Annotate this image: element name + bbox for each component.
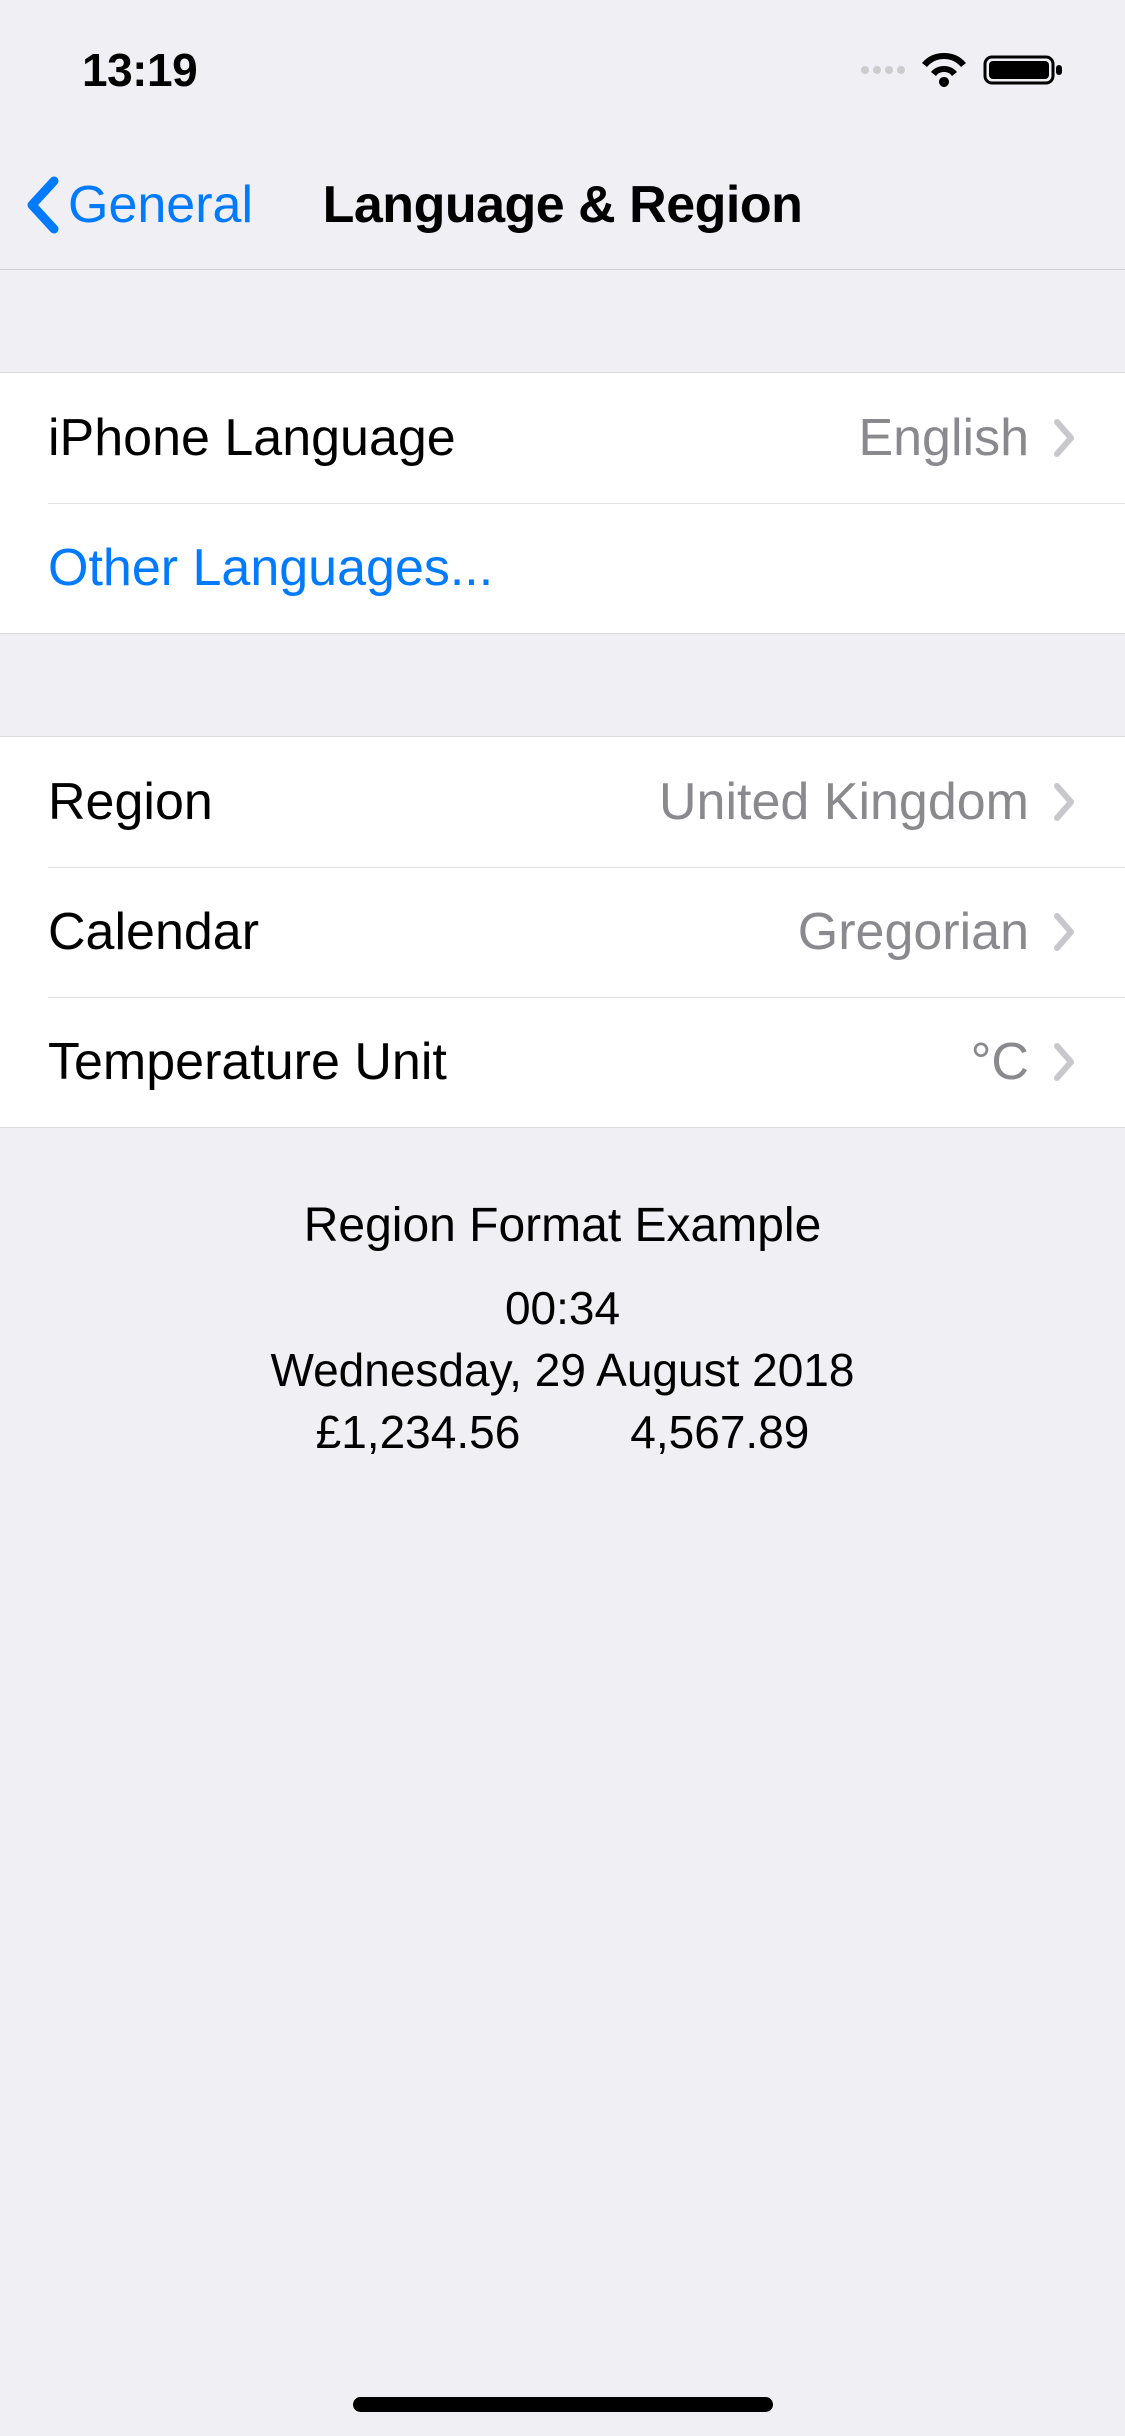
region-format-example: Region Format Example 00:34 Wednesday, 2… [0,1128,1125,1459]
chevron-left-icon [24,175,60,235]
status-indicators [861,51,1065,89]
section-gap [0,634,1125,736]
navigation-bar: General Language & Region [0,140,1125,270]
row-value: Gregorian [798,902,1029,962]
row-calendar[interactable]: Calendar Gregorian [0,867,1125,997]
page-title: Language & Region [323,175,803,235]
row-label: Other Languages... [48,538,1077,598]
row-label: iPhone Language [48,408,858,468]
row-other-languages[interactable]: Other Languages... [0,503,1125,633]
battery-icon [983,51,1065,89]
status-time: 13:19 [82,43,197,97]
status-bar: 13:19 [0,0,1125,140]
settings-group-language: iPhone Language English Other Languages.… [0,372,1125,634]
wifi-icon [919,51,969,89]
row-temperature[interactable]: Temperature Unit °C [0,997,1125,1127]
row-label: Calendar [48,902,798,962]
chevron-right-icon [1053,418,1077,458]
chevron-right-icon [1053,1042,1077,1082]
example-title: Region Format Example [0,1198,1125,1253]
row-value: °C [971,1032,1029,1092]
row-region[interactable]: Region United Kingdom [0,737,1125,867]
row-label: Temperature Unit [48,1032,971,1092]
row-value: United Kingdom [659,772,1029,832]
settings-group-region: Region United Kingdom Calendar Gregorian… [0,736,1125,1128]
content-area: iPhone Language English Other Languages.… [0,270,1125,1459]
chevron-right-icon [1053,912,1077,952]
home-indicator[interactable] [353,2397,773,2412]
back-label: General [68,175,253,235]
row-value: English [858,408,1029,468]
example-values: £1,234.56 4,567.89 [0,1405,1125,1459]
row-label: Region [48,772,659,832]
section-gap [0,270,1125,372]
row-iphone-language[interactable]: iPhone Language English [0,373,1125,503]
example-time: 00:34 [0,1281,1125,1335]
back-button[interactable]: General [24,175,253,235]
example-date: Wednesday, 29 August 2018 [0,1343,1125,1397]
chevron-right-icon [1053,782,1077,822]
example-currency: £1,234.56 [316,1405,521,1459]
signal-dots-icon [861,66,905,74]
example-number: 4,567.89 [630,1405,809,1459]
